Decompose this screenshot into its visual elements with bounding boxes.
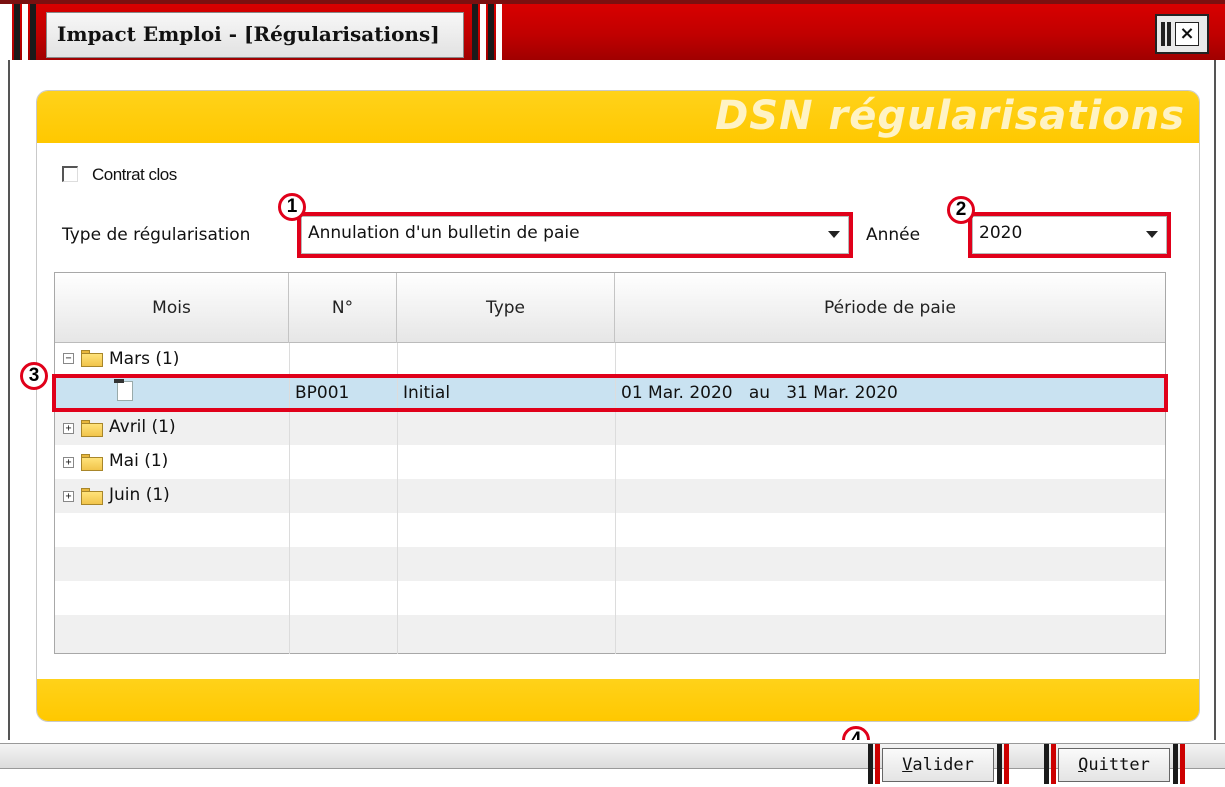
- window-title: Impact Emploi - [Régularisations]: [57, 22, 440, 46]
- regularisation-grid: Mois N° Type Période de paie − Mars (1) …: [54, 272, 1166, 654]
- annotation-box-2: [968, 212, 1171, 258]
- contrat-clos-label[interactable]: Contrat clos: [92, 165, 177, 185]
- grid-row-stripe: [55, 615, 1165, 653]
- type-regularisation-label: Type de régularisation: [62, 225, 251, 245]
- button-grip: [868, 744, 873, 784]
- title-bar-grip: [488, 4, 494, 60]
- title-bar-grip: [30, 4, 36, 60]
- close-button-grip: [1167, 22, 1171, 46]
- column-header-type[interactable]: Type: [397, 273, 615, 343]
- valider-accelerator: V: [902, 755, 913, 775]
- annotation-marker-3: 3: [20, 362, 48, 390]
- column-header-mois[interactable]: Mois: [55, 273, 289, 343]
- annotation-marker-2: 2: [947, 196, 975, 224]
- grid-row-stripe: [55, 479, 1165, 513]
- title-bar-grip: [472, 4, 478, 60]
- expand-icon[interactable]: +: [63, 491, 74, 502]
- tree-item-mars[interactable]: Mars (1): [109, 349, 179, 369]
- collapse-icon[interactable]: −: [63, 353, 74, 364]
- grid-header: Mois N° Type Période de paie: [55, 273, 1165, 343]
- valider-button[interactable]: Valider: [882, 748, 994, 782]
- title-bar-grip: [496, 4, 502, 60]
- button-grip: [1051, 744, 1056, 784]
- title-bar-grip: [480, 4, 486, 60]
- panel-header: DSN régularisations: [37, 91, 1199, 143]
- window-title-tab: Impact Emploi - [Régularisations]: [46, 12, 464, 58]
- title-bar-edge: [0, 4, 12, 60]
- annotation-marker-1: 1: [278, 193, 306, 221]
- annotation-box-1: [297, 212, 853, 258]
- status-bar-strip: [0, 743, 1225, 769]
- quitter-label: uitter: [1088, 755, 1150, 775]
- quitter-accelerator: Q: [1078, 755, 1089, 775]
- folder-icon: [81, 420, 103, 437]
- panel-title: DSN régularisations: [715, 93, 1185, 139]
- button-grip: [1004, 744, 1009, 784]
- folder-icon: [81, 350, 103, 367]
- window-border-left: [8, 60, 10, 740]
- button-grip: [1044, 744, 1049, 784]
- tree-item-juin[interactable]: Juin (1): [109, 485, 170, 505]
- tree-item-mai[interactable]: Mai (1): [109, 451, 168, 471]
- column-header-numero[interactable]: N°: [289, 273, 397, 343]
- grid-row-stripe: [55, 547, 1165, 581]
- title-bar-grip: [14, 4, 20, 60]
- title-bar-grip: [22, 4, 28, 60]
- annee-label: Année: [866, 225, 921, 245]
- quitter-button[interactable]: Quitter: [1058, 748, 1170, 782]
- window-border-right: [1214, 60, 1216, 740]
- folder-icon: [81, 488, 103, 505]
- column-header-periode[interactable]: Période de paie: [615, 273, 1165, 343]
- close-icon: ×: [1175, 22, 1199, 46]
- expand-icon[interactable]: +: [63, 457, 74, 468]
- folder-icon: [81, 454, 103, 471]
- button-grip: [875, 744, 880, 784]
- annotation-box-3: [52, 374, 1168, 412]
- contrat-clos-checkbox[interactable]: [62, 166, 78, 182]
- expand-icon[interactable]: +: [63, 423, 74, 434]
- title-bar: Impact Emploi - [Régularisations] ×: [0, 0, 1225, 62]
- valider-label: alider: [912, 755, 974, 775]
- button-grip: [1173, 744, 1178, 784]
- close-button-grip: [1161, 22, 1165, 46]
- button-grip: [997, 744, 1002, 784]
- grid-row-stripe: [55, 411, 1165, 445]
- tree-item-avril[interactable]: Avril (1): [109, 417, 176, 437]
- button-grip: [1180, 744, 1185, 784]
- panel-footer: [37, 679, 1199, 721]
- close-button[interactable]: ×: [1155, 14, 1209, 54]
